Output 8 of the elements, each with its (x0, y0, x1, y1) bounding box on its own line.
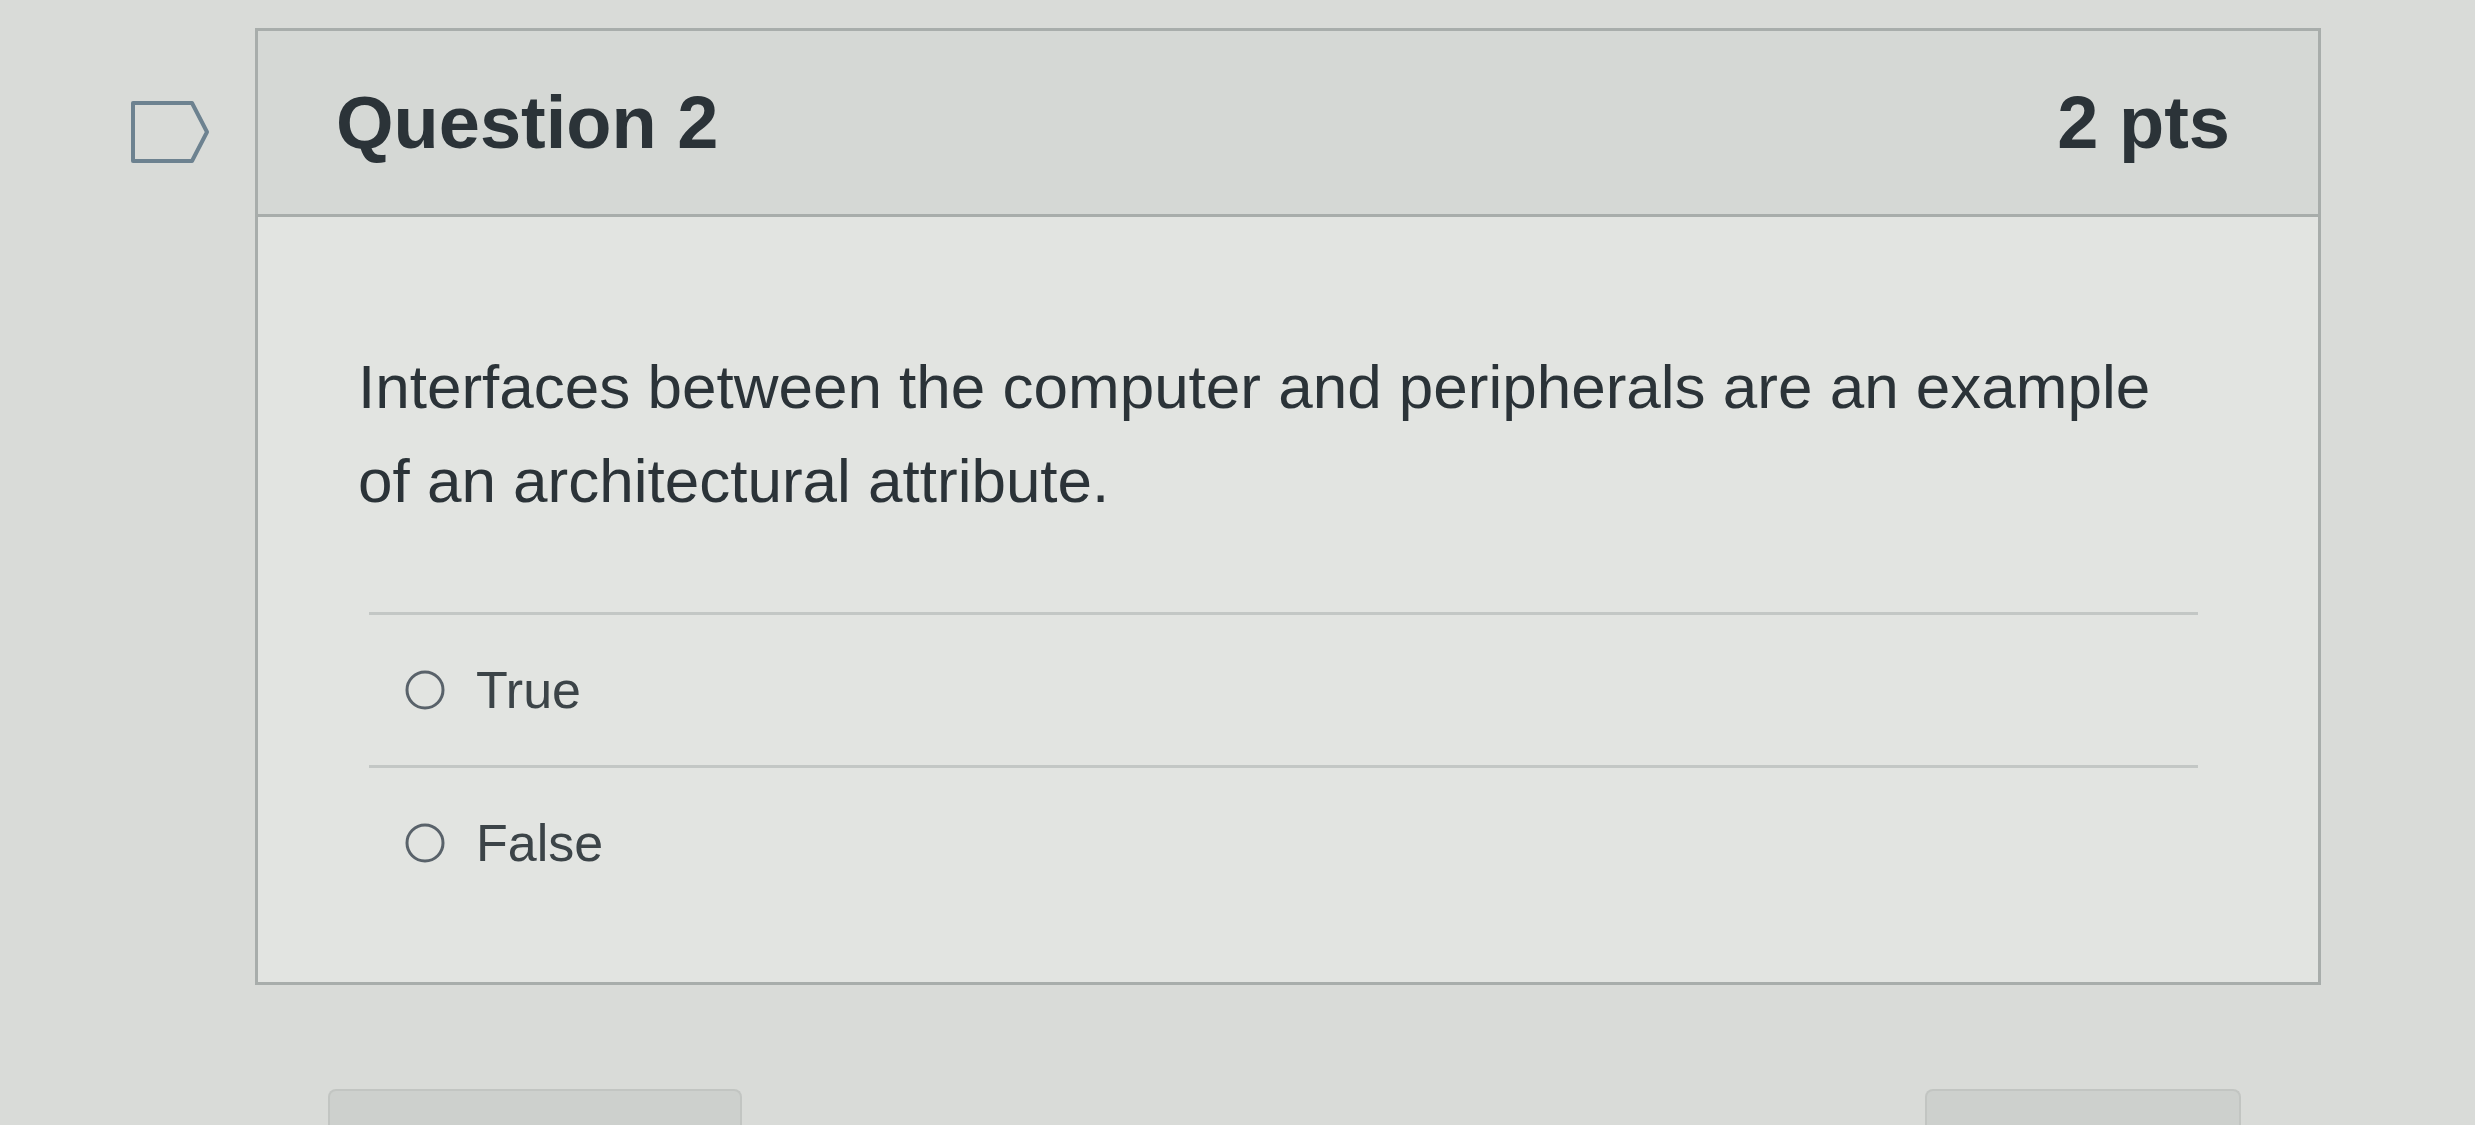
question-text: Interfaces between the computer and peripherals are an example of an architectural attribute. (358, 351, 2152, 517)
answer-label[interactable]: True (476, 660, 581, 720)
radio-button[interactable] (405, 670, 445, 710)
radio-button[interactable] (405, 823, 445, 863)
question-title: Question 2 (336, 80, 719, 165)
answer-label[interactable]: False (476, 813, 604, 873)
tag-outline-icon[interactable] (130, 100, 210, 164)
question-points: 2 pts (2057, 80, 2230, 165)
